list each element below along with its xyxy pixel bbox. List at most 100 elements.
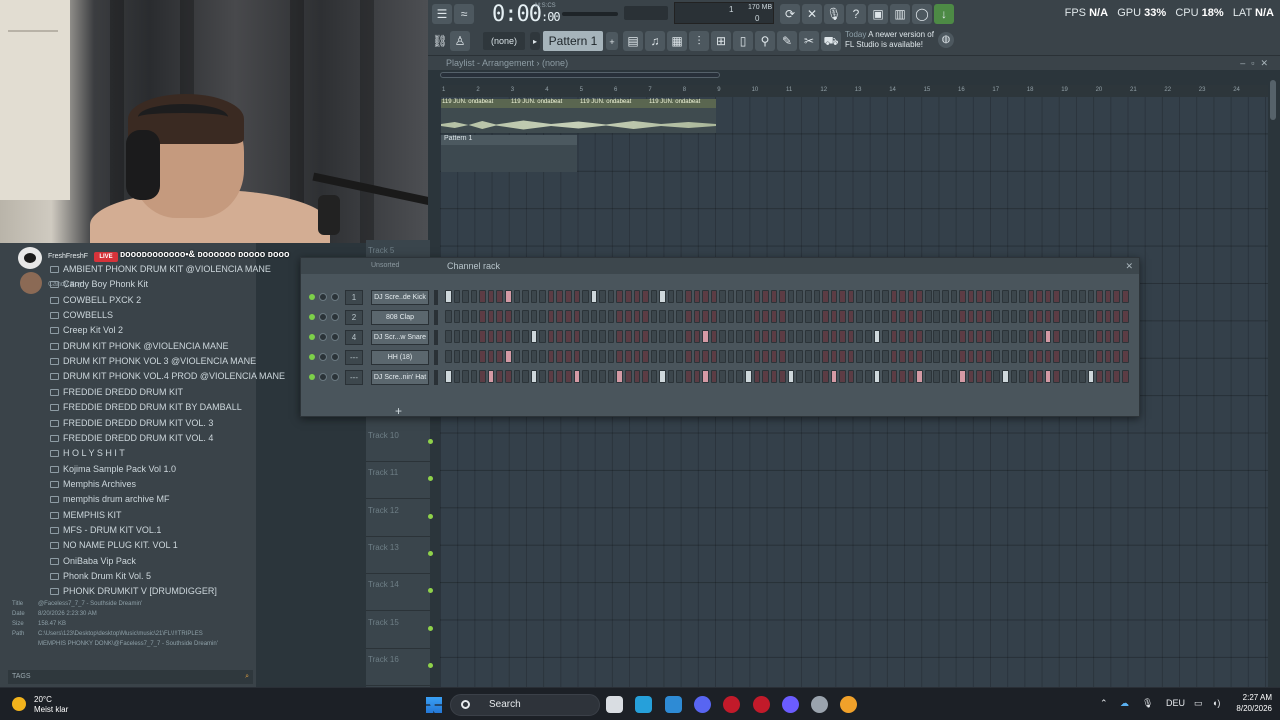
step-button[interactable] <box>916 370 923 383</box>
step-button[interactable] <box>822 330 829 343</box>
chevron-up-icon[interactable]: ⌃ <box>1100 698 1108 709</box>
obs-icon[interactable] <box>781 696 799 713</box>
step-button[interactable] <box>1010 290 1018 303</box>
step-button[interactable] <box>599 330 606 343</box>
step-button[interactable] <box>624 290 632 303</box>
step-button[interactable] <box>882 350 889 363</box>
step-button[interactable] <box>590 350 598 363</box>
step-button[interactable] <box>684 350 692 363</box>
step-button[interactable] <box>796 290 803 303</box>
step-button[interactable] <box>573 370 581 383</box>
step-button[interactable] <box>882 290 889 303</box>
browser-folder-item[interactable]: OniBaba Vip Pack <box>50 554 136 569</box>
step-button[interactable] <box>564 330 572 343</box>
step-button[interactable] <box>1070 290 1078 303</box>
step-button[interactable] <box>642 310 649 323</box>
step-button[interactable] <box>924 310 932 323</box>
step-button[interactable] <box>770 370 778 383</box>
step-button[interactable] <box>873 330 881 343</box>
browser-folder-item[interactable]: DRUM KIT PHONK VOL.4 PROD @VIOLENCIA MAN… <box>50 369 285 384</box>
step-button[interactable] <box>942 370 949 383</box>
step-button[interactable] <box>470 310 478 323</box>
channel-mute-led[interactable] <box>309 314 315 320</box>
tags-field[interactable]: TAGS ⌕ <box>8 670 253 684</box>
add-channel-button[interactable]: + <box>395 404 402 418</box>
step-button[interactable] <box>770 290 778 303</box>
step-button[interactable] <box>839 330 846 343</box>
browser-folder-item[interactable]: NO NAME PLUG KIT. VOL 1 <box>50 538 178 553</box>
browser-folder-item[interactable]: AMBIENT PHONK DRUM KIT @VIOLENCIA MANE <box>50 262 271 277</box>
step-button[interactable] <box>1036 330 1043 343</box>
step-button[interactable] <box>813 370 821 383</box>
step-button[interactable] <box>856 370 863 383</box>
browser-folder-item[interactable]: FREDDIE DREDD DRUM KIT BY DAMBALL <box>50 400 242 415</box>
step-button[interactable] <box>642 290 649 303</box>
step-button[interactable] <box>959 370 966 383</box>
step-button[interactable] <box>564 350 572 363</box>
browser-folder-item[interactable]: DRUM KIT PHONK @VIOLENCIA MANE <box>50 339 229 354</box>
step-button[interactable] <box>1087 350 1095 363</box>
step-button[interactable] <box>496 290 503 303</box>
step-button[interactable] <box>1036 310 1043 323</box>
step-button[interactable] <box>445 290 452 303</box>
step-button[interactable] <box>1096 330 1103 343</box>
playlist-h-scrollbar[interactable] <box>440 72 720 78</box>
update-notice[interactable]: Today A newer version of FL Studio is av… <box>845 30 945 52</box>
metronome-icon[interactable]: ✕ <box>802 4 822 24</box>
track-header[interactable]: Track 16 <box>366 649 433 687</box>
step-button[interactable] <box>522 330 529 343</box>
channel-mute-led[interactable] <box>309 294 315 300</box>
step-button[interactable] <box>736 310 743 323</box>
step-button[interactable] <box>650 370 658 383</box>
step-button[interactable] <box>1027 370 1035 383</box>
step-button[interactable] <box>744 370 752 383</box>
step-button[interactable] <box>599 290 606 303</box>
step-button[interactable] <box>599 370 606 383</box>
step-button[interactable] <box>479 350 486 363</box>
step-button[interactable] <box>967 350 975 363</box>
step-button[interactable] <box>924 350 932 363</box>
step-button[interactable] <box>607 350 615 363</box>
browser-folder-item[interactable]: Candy Boy Phonk Kit <box>50 277 148 292</box>
step-button[interactable] <box>967 330 975 343</box>
step-button[interactable] <box>804 350 812 363</box>
step-button[interactable] <box>487 310 495 323</box>
browser-folder-item[interactable]: PHONK DRUMKIT V [DRUMDIGGER] <box>50 584 217 599</box>
step-button[interactable] <box>796 370 803 383</box>
step-button[interactable] <box>470 290 478 303</box>
channel-mute-led[interactable] <box>309 374 315 380</box>
step-button[interactable] <box>1002 290 1009 303</box>
opera-icon[interactable] <box>723 696 741 713</box>
step-button[interactable] <box>779 310 786 323</box>
step-button[interactable] <box>496 350 503 363</box>
step-button[interactable] <box>702 370 709 383</box>
step-button[interactable] <box>702 330 709 343</box>
step-button[interactable] <box>1113 330 1121 343</box>
browser-folder-item[interactable]: COWBELLS <box>50 308 113 323</box>
step-button[interactable] <box>847 330 855 343</box>
step-button[interactable] <box>633 310 641 323</box>
step-button[interactable] <box>942 350 949 363</box>
step-button[interactable] <box>873 310 881 323</box>
step-button[interactable] <box>882 330 889 343</box>
step-button[interactable] <box>976 330 983 343</box>
step-button[interactable] <box>847 370 855 383</box>
step-button[interactable] <box>822 290 829 303</box>
step-button[interactable] <box>976 290 983 303</box>
plugin-icon[interactable]: ⚲ <box>755 31 775 51</box>
master-pitch-slider[interactable] <box>624 6 668 20</box>
step-button[interactable] <box>1019 310 1026 323</box>
step-button[interactable] <box>676 290 683 303</box>
waveform-icon[interactable]: ≈ <box>454 4 474 24</box>
step-button[interactable] <box>607 370 615 383</box>
step-button[interactable] <box>736 370 743 383</box>
app-icon[interactable] <box>635 696 653 713</box>
step-button[interactable] <box>1079 310 1086 323</box>
step-button[interactable] <box>1010 370 1018 383</box>
step-button[interactable] <box>1087 310 1095 323</box>
step-button[interactable] <box>547 370 555 383</box>
step-button[interactable] <box>624 310 632 323</box>
step-button[interactable] <box>624 330 632 343</box>
step-button[interactable] <box>830 330 838 343</box>
step-button[interactable] <box>890 350 898 363</box>
